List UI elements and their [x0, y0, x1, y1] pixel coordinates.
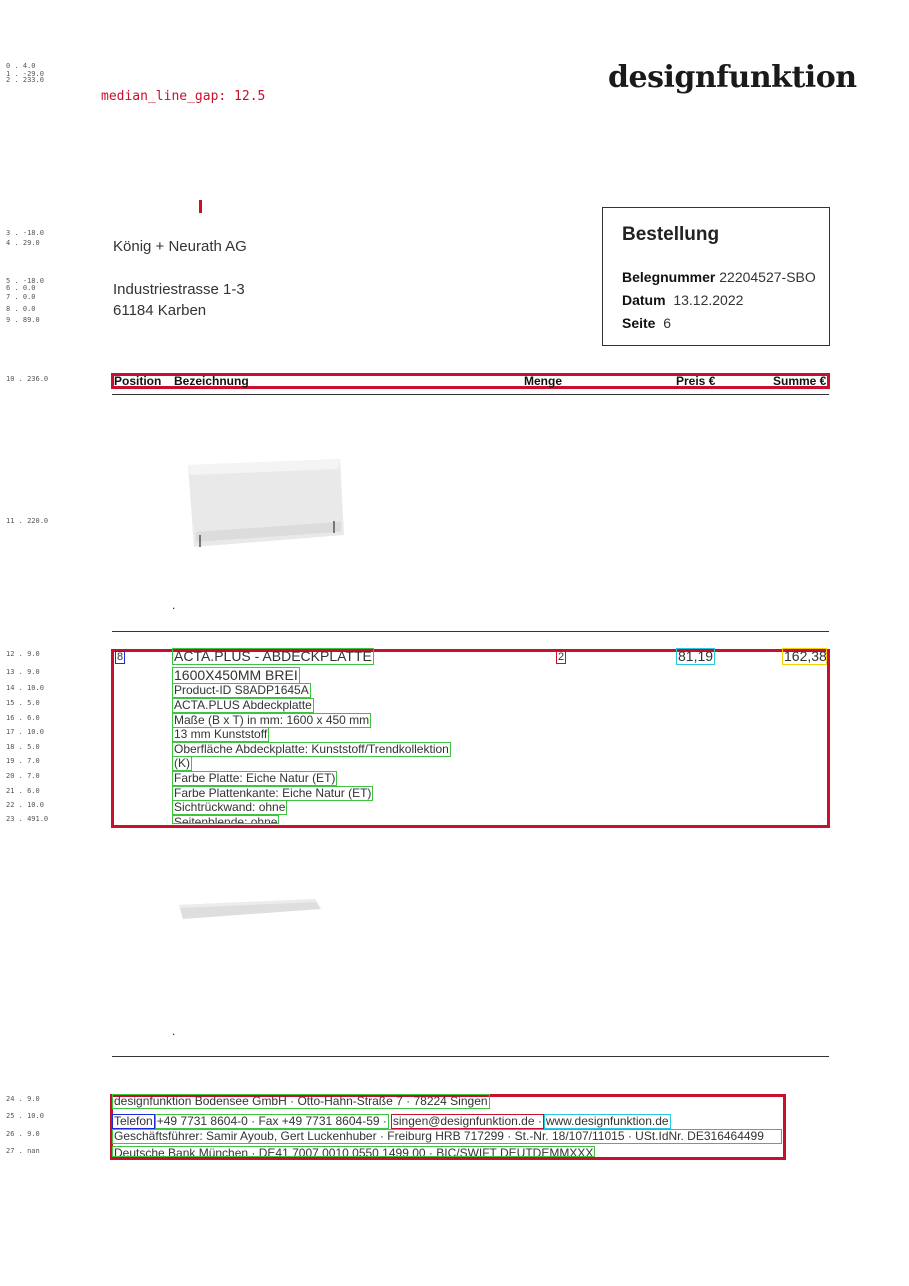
row-divider [112, 631, 829, 632]
seite-value: 6 [663, 315, 672, 331]
debug-line-label: 27 . nan [6, 1147, 40, 1155]
debug-line-label: 22 . 10.0 [6, 801, 44, 809]
debug-line-label: 15 . 5.0 [6, 699, 40, 707]
item-title-line2: 1600X450MM BREI [172, 667, 300, 684]
debug-line-label: 18 . 5.0 [6, 743, 40, 751]
belegnummer-value: 22204527-SBO [719, 269, 816, 285]
cover-plate-image [179, 899, 321, 919]
item-detail: Product-ID S8ADP1645A [172, 683, 311, 698]
datum-value: 13.12.2022 [673, 292, 744, 308]
debug-line-label: 24 . 9.0 [6, 1095, 40, 1103]
header-summe: Summe € [773, 374, 827, 388]
debug-line-label: 3 . -18.0 [6, 229, 44, 237]
item-detail: Farbe Plattenkante: Eiche Natur (ET) [172, 786, 374, 801]
recipient-street: Industriestrasse 1-3 [113, 281, 245, 298]
debug-line-label: 17 . 10.0 [6, 728, 44, 736]
order-info-box: Bestellung Belegnummer 22204527-SBO Datu… [602, 207, 830, 346]
debug-line-label: 20 . 7.0 [6, 772, 40, 780]
debug-line-label: 10 . 236.0 [6, 375, 49, 383]
item-detail: (K) [172, 756, 192, 771]
debug-line-label: 16 . 6.0 [6, 714, 40, 722]
item-preis: 81,19 [676, 648, 716, 665]
item-title-line1: ACTA.PLUS - ABDECKPLATTE [172, 648, 374, 665]
debug-line-label: 14 . 10.0 [6, 684, 44, 692]
median-gap-label: median_line_gap: 12.5 [101, 89, 266, 104]
debug-line-label: 0 . 4.0 [6, 62, 36, 70]
footer-bank: Deutsche Bank München · DE41 7007 0010 0… [112, 1146, 596, 1157]
item-detail: Farbe Platte: Eiche Natur (ET) [172, 771, 338, 786]
dot-marker: . [172, 598, 176, 612]
order-title: Bestellung [622, 224, 720, 245]
item-detail: Seitenblende: ohne [172, 815, 280, 824]
debug-line-label: 26 . 9.0 [6, 1130, 40, 1138]
header-preis: Preis € [676, 374, 716, 388]
datum-row: Datum 13.12.2022 [622, 292, 744, 308]
dot-marker: . [172, 1024, 176, 1038]
item-detail: 13 mm Kunststoff [172, 727, 270, 742]
header-position: Position [114, 374, 162, 388]
row-divider [112, 1056, 829, 1057]
footer-contact-row: Telefon +49 7731 8604-0 · Fax +49 7731 8… [112, 1112, 671, 1130]
header-menge: Menge [524, 374, 563, 388]
debug-line-label: 6 . 0.0 [6, 284, 36, 292]
debug-line-label: 9 . 89.0 [6, 316, 40, 324]
header-bezeichnung: Bezeichnung [174, 374, 249, 388]
recipient-city: 61184 Karben [113, 302, 207, 319]
debug-line-label: 7 . 0.0 [6, 293, 36, 301]
footer-email[interactable]: singen@designfunktion.de · [390, 1114, 544, 1129]
item-position: 8 [115, 651, 126, 664]
debug-line-label: 11 . 220.0 [6, 517, 49, 525]
debug-line-label: 21 . 6.0 [6, 787, 40, 795]
company-logo: designfunktion [608, 60, 857, 95]
item-menge: 2 [556, 651, 567, 664]
header-divider [112, 394, 829, 395]
debug-line-label: 12 . 9.0 [6, 650, 40, 658]
recipient-name: König + Neurath AG [113, 238, 247, 255]
item-summe: 162,38 [782, 648, 827, 665]
footer-company: designfunktion Bodensee GmbH · Otto-Hahn… [112, 1094, 490, 1109]
item-detail: Maße (B x T) in mm: 1600 x 450 mm [172, 713, 372, 728]
footer-phones: +49 7731 8604-0 · Fax +49 7731 8604-59 · [154, 1114, 389, 1129]
debug-line-label: 13 . 9.0 [6, 668, 40, 676]
item-detail: ACTA.PLUS Abdeckplatte [172, 698, 314, 713]
debug-line-label: 8 . 0.0 [6, 305, 36, 313]
belegnummer-row: Belegnummer 22204527-SBO [622, 269, 816, 285]
debug-line-label: 2 . 233.0 [6, 76, 44, 84]
item-detail: Oberfläche Abdeckplatte: Kunststoff/Tren… [172, 742, 451, 757]
debug-line-label: 19 . 7.0 [6, 757, 40, 765]
footer-telefon-label: Telefon [112, 1114, 155, 1129]
seite-row: Seite 6 [622, 315, 672, 331]
footer-management: Geschäftsführer: Samir Ayoub, Gert Lucke… [112, 1129, 782, 1144]
debug-line-label: 4 . 29.0 [6, 239, 40, 247]
item-detail: Sichtrückwand: ohne [172, 800, 288, 815]
debug-line-label: 23 . 491.0 [6, 815, 49, 823]
sideboard-image [188, 459, 344, 547]
red-marker [199, 200, 202, 213]
footer-web[interactable]: www.designfunktion.de [543, 1114, 671, 1129]
debug-line-label: 25 . 10.0 [6, 1112, 44, 1120]
